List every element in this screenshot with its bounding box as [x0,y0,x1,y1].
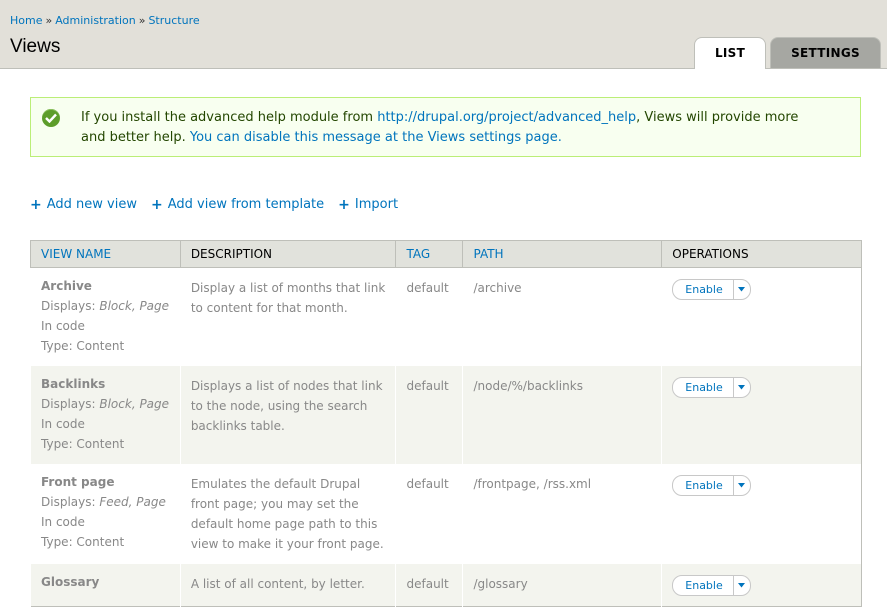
column-header-tag[interactable]: TAG [395,240,464,268]
view-operations: Enable [661,366,862,464]
breadcrumb-separator: » [138,14,146,27]
chevron-down-icon [738,583,746,588]
add-new-view-label: Add new view [46,197,137,212]
tab-settings[interactable]: SETTINGS [770,37,881,68]
import-label: Import [354,197,399,212]
table-row: Backlinks Displays: Block, Page In code … [30,366,862,464]
displays-label: Displays: [41,299,96,313]
view-tag: default [395,464,463,564]
column-header-path[interactable]: PATH [462,240,663,268]
breadcrumb-home[interactable]: Home [10,14,42,27]
views-table: VIEW NAME DESCRIPTION TAG PATH OPERATION… [30,240,862,607]
view-name: Glossary [41,575,100,589]
dropdown-toggle[interactable] [732,576,750,595]
view-path: /node/%/backlinks [462,366,662,464]
table-row: Glossary A list of all content, by lette… [30,564,862,607]
checkmark-icon [42,109,60,127]
import-link[interactable]: + Import [338,197,398,212]
view-storage: In code [41,319,85,333]
view-description: Display a list of months that link to co… [179,267,396,366]
displays-value: Feed, Page [99,495,166,509]
view-storage: In code [41,515,85,529]
table-row: Front page Displays: Feed, Page In code … [30,464,862,564]
view-storage: In code [41,417,85,431]
table-row: Archive Displays: Block, Page In code Ty… [30,267,862,366]
column-header-view-name[interactable]: VIEW NAME [30,240,181,268]
view-displays: Displays: Block, Page [41,296,170,316]
status-message: If you install the advanced help module … [30,97,861,157]
plus-icon: + [150,196,163,213]
enable-button[interactable]: Enable [673,280,732,300]
operations-dropbutton: Enable [672,279,751,300]
page-header: Home» Administration» Structure Views LIST… [0,0,887,69]
advanced-help-link[interactable]: http://drupal.org/project/advanced_help [377,110,636,125]
view-name-cell: Front page Displays: Feed, Page In code … [30,464,181,564]
view-tag: default [395,564,463,607]
add-view-from-template-link[interactable]: + Add view from template [151,197,324,212]
disable-message-link[interactable]: You can disable this message at the View… [190,130,562,145]
column-header-description: DESCRIPTION [179,240,397,268]
view-path: /frontpage, /rss.xml [462,464,662,564]
dropdown-toggle[interactable] [732,378,750,397]
view-path: /glossary [462,564,662,607]
chevron-down-icon [738,287,746,292]
view-description: A list of all content, by letter. [179,564,396,607]
action-links: + Add new view + Add view from template + I… [30,197,398,212]
operations-dropbutton: Enable [672,475,751,496]
enable-button[interactable]: Enable [673,476,732,496]
tab-list[interactable]: LIST [693,37,767,69]
view-type: Type: Content [41,339,125,353]
primary-tabs: LIST SETTINGS [690,37,881,69]
view-name-cell: Backlinks Displays: Block, Page In code … [30,366,181,464]
view-tag: default [395,267,463,366]
plus-icon: + [338,196,350,213]
chevron-down-icon [738,385,746,390]
view-operations: Enable [661,564,862,607]
breadcrumb: Home» Administration» Structure [10,14,200,27]
column-header-operations: OPERATIONS [661,240,862,268]
view-type: Type: Content [41,437,125,451]
displays-label: Displays: [41,397,96,411]
view-path: /archive [462,267,662,366]
operations-dropbutton: Enable [672,377,751,398]
view-name: Front page [41,475,115,489]
view-tag: default [395,366,463,464]
displays-value: Block, Page [99,397,170,411]
dropdown-toggle[interactable] [732,476,750,495]
plus-icon: + [30,196,42,213]
view-operations: Enable [661,464,862,564]
displays-label: Displays: [41,495,96,509]
page-title: Views [10,36,61,57]
add-view-from-template-label: Add view from template [167,197,325,212]
chevron-down-icon [738,483,746,488]
view-name-cell: Archive Displays: Block, Page In code Ty… [30,267,181,366]
breadcrumb-structure[interactable]: Structure [148,14,199,27]
view-operations: Enable [661,267,862,366]
breadcrumb-administration[interactable]: Administration [55,14,136,27]
view-description: Emulates the default Drupal front page; … [179,464,396,564]
dropdown-toggle[interactable] [732,280,750,299]
view-description: Displays a list of nodes that link to th… [179,366,396,464]
enable-button[interactable]: Enable [673,378,732,398]
view-name: Archive [41,279,92,293]
view-name-cell: Glossary [30,564,181,607]
view-type: Type: Content [41,535,125,549]
view-displays: Displays: Block, Page [41,394,170,414]
displays-value: Block, Page [99,299,170,313]
add-new-view-link[interactable]: + Add new view [30,197,137,212]
view-name: Backlinks [41,377,106,391]
view-displays: Displays: Feed, Page [41,492,170,512]
message-text: If you install the advanced help module … [81,110,378,125]
enable-button[interactable]: Enable [673,576,732,596]
breadcrumb-separator: » [45,14,53,27]
operations-dropbutton: Enable [672,575,751,596]
